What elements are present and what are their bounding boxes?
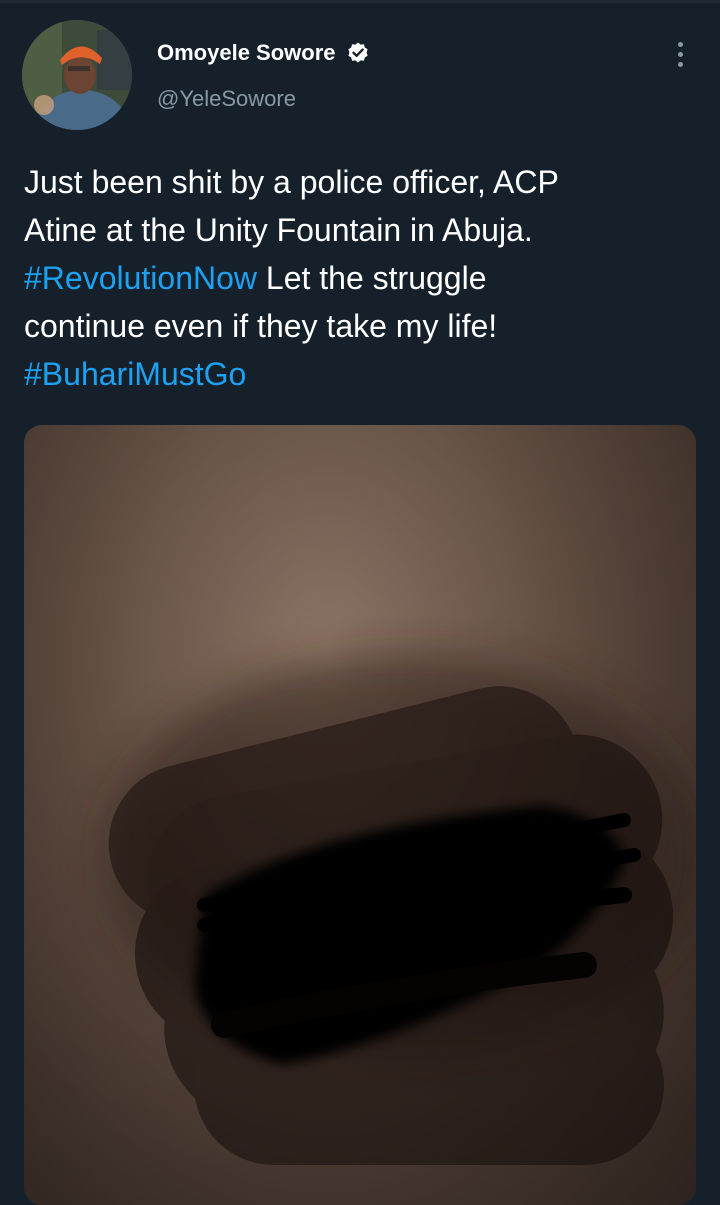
hashtag-link[interactable]: #BuhariMustGo [24, 356, 246, 392]
more-vertical-icon[interactable] [664, 36, 696, 72]
menu-dot [677, 61, 683, 67]
tweet-line: Atine at the Unity Fountain in Abuja. [24, 212, 533, 248]
avatar[interactable] [22, 20, 132, 130]
display-name[interactable]: Omoyele Sowore [157, 40, 336, 66]
tweet-text: Just been shit by a police officer, ACP … [24, 158, 704, 398]
tweet-media-image[interactable] [24, 425, 696, 1205]
menu-dot [677, 51, 683, 57]
user-handle[interactable]: @YeleSowore [157, 86, 296, 112]
name-row: Omoyele Sowore [157, 36, 370, 70]
hashtag-link[interactable]: #RevolutionNow [24, 260, 257, 296]
tweet-line-rest: Let the struggle [257, 260, 487, 296]
verified-badge-icon [346, 41, 370, 65]
tweet-line: #BuhariMustGo [24, 350, 704, 398]
censored-photo [24, 425, 696, 1205]
menu-dot [677, 41, 683, 47]
tweet-line: #RevolutionNow Let the struggle [24, 254, 704, 302]
tweet-line: Just been shit by a police officer, ACP [24, 164, 559, 200]
avatar-photo [22, 20, 132, 130]
tweet-line: continue even if they take my life! [24, 308, 498, 344]
tweet-card: Omoyele Sowore @YeleSowore Just been shi… [0, 0, 720, 1205]
